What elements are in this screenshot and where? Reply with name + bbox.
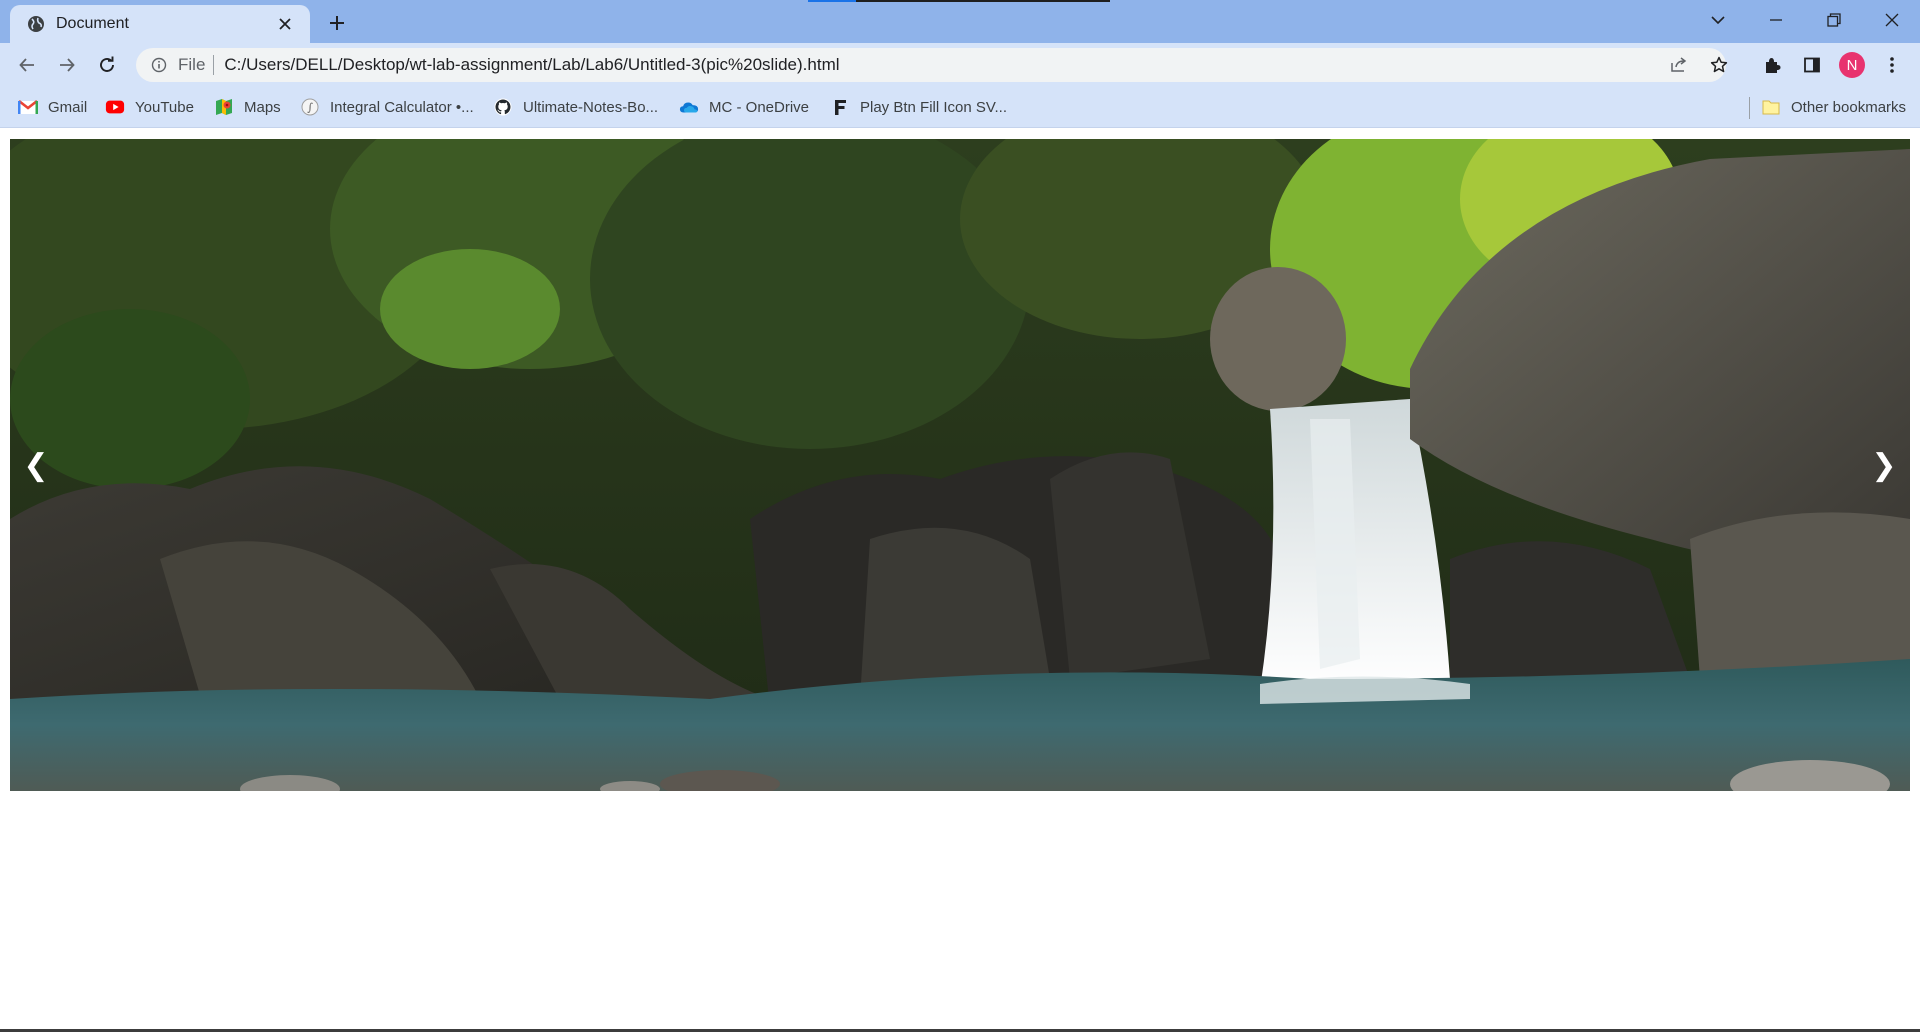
menu-icon[interactable] [1876, 49, 1908, 81]
info-icon[interactable] [150, 56, 168, 74]
side-panel-icon[interactable] [1796, 49, 1828, 81]
file-scheme-label: File [178, 55, 206, 74]
youtube-icon [105, 97, 125, 117]
bookmark-maps[interactable]: Maps [214, 86, 281, 128]
bookmark-ultimate-notes[interactable]: Ultimate-Notes-Bo... [493, 86, 658, 128]
bookmark-gmail[interactable]: Gmail [18, 86, 87, 128]
minimize-icon[interactable] [1748, 0, 1804, 40]
close-icon[interactable] [1864, 0, 1920, 40]
slide-next-button[interactable]: ❯ [1868, 448, 1900, 483]
slide-prev-button[interactable]: ❮ [20, 448, 52, 483]
calculator-icon: ∫ [300, 97, 320, 117]
url-text[interactable]: C:/Users/DELL/Desktop/wt-lab-assignment/… [224, 55, 839, 75]
tab-close-icon[interactable] [274, 13, 296, 35]
svg-text:∫: ∫ [307, 101, 313, 114]
omnibox-divider [213, 55, 215, 75]
new-tab-button[interactable] [323, 9, 351, 37]
extensions-icon[interactable] [1756, 49, 1788, 81]
bookmark-youtube[interactable]: YouTube [105, 86, 194, 128]
bookmark-label: Maps [244, 98, 281, 116]
bookmark-label: Play Btn Fill Icon SV... [860, 98, 1008, 116]
bookmark-label: YouTube [135, 98, 194, 116]
waterfall-photo [10, 139, 1910, 791]
share-icon[interactable] [1666, 52, 1692, 78]
f-letter-icon [830, 97, 850, 117]
back-button[interactable] [11, 49, 43, 81]
other-bookmarks[interactable]: Other bookmarks [1761, 86, 1906, 128]
onedrive-icon [679, 97, 699, 117]
tab-search-icon[interactable] [1690, 0, 1746, 40]
profile-button[interactable]: N [1836, 49, 1868, 81]
globe-icon [26, 14, 46, 34]
github-icon [493, 97, 513, 117]
page-loading-progress [808, 0, 856, 2]
maps-icon [214, 97, 234, 117]
tab-strip: Document [0, 0, 1920, 43]
bookmarks-divider [1749, 97, 1750, 119]
forward-button[interactable] [51, 49, 83, 81]
bookmark-label: MC - OneDrive [709, 98, 810, 116]
page-content: ❮ ❯ [0, 128, 1920, 1032]
bookmark-onedrive[interactable]: MC - OneDrive [679, 86, 809, 128]
bookmark-label: Ultimate-Notes-Bo... [523, 98, 659, 116]
bookmarks-bar: Gmail YouTube Maps ∫ Integral Calculator… [0, 86, 1920, 128]
browser-tab[interactable]: Document [10, 5, 310, 43]
folder-icon [1761, 97, 1781, 117]
slideshow-image: ❮ ❯ [10, 139, 1910, 791]
gmail-icon [18, 97, 38, 117]
bookmark-star-icon[interactable] [1706, 52, 1732, 78]
bookmark-play-btn-icon[interactable]: Play Btn Fill Icon SV... [830, 86, 1007, 128]
bookmark-label: Integral Calculator •... [330, 98, 474, 116]
restore-icon[interactable] [1806, 0, 1862, 40]
bookmark-integral-calculator[interactable]: ∫ Integral Calculator •... [300, 86, 474, 128]
browser-toolbar: File C:/Users/DELL/Desktop/wt-lab-assign… [0, 43, 1920, 86]
reload-button[interactable] [91, 49, 123, 81]
bookmark-label: Gmail [48, 98, 88, 116]
avatar: N [1839, 52, 1865, 78]
address-bar[interactable]: File C:/Users/DELL/Desktop/wt-lab-assign… [136, 48, 1728, 82]
other-bookmarks-label: Other bookmarks [1791, 98, 1907, 116]
tab-title: Document [56, 15, 129, 32]
